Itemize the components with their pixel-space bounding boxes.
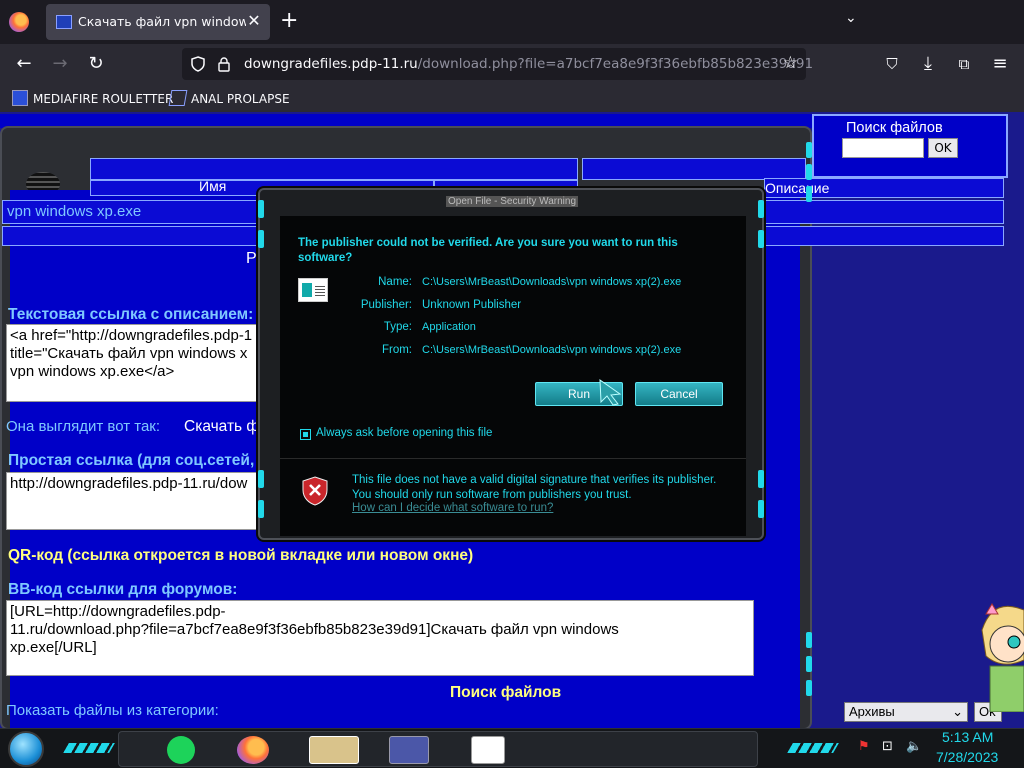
bookmark-star-icon[interactable]: ☆	[783, 53, 798, 73]
category-select[interactable]: Архивы ⌄	[844, 702, 968, 722]
clock-date[interactable]: 7/28/2023	[936, 749, 998, 765]
warning-shield-icon	[302, 476, 328, 506]
side-search-ok-button[interactable]: OK	[928, 138, 958, 158]
file-row[interactable]: vpn windows xp.exe	[2, 200, 264, 224]
qr-heading[interactable]: QR-код (ссылка откроется в новой вкладке…	[8, 547, 473, 565]
table-cell	[764, 226, 1004, 246]
cancel-button[interactable]: Cancel	[635, 382, 723, 406]
side-search-input[interactable]	[842, 138, 924, 158]
file-explorer-icon[interactable]	[309, 736, 359, 764]
field-value-publisher: Unknown Publisher	[422, 299, 522, 311]
mouse-cursor-icon	[599, 379, 622, 406]
table-cell	[764, 200, 1004, 224]
firefox-taskbar-icon[interactable]	[237, 736, 269, 764]
reload-icon[interactable]: ↻	[84, 52, 108, 76]
star-character-image	[981, 603, 1024, 712]
always-ask-checkbox[interactable]	[300, 429, 311, 440]
taskbar-dock	[118, 731, 758, 767]
notes-app-icon[interactable]	[167, 736, 195, 764]
volume-icon[interactable]: 🔈	[906, 739, 922, 754]
show-files-label: Показать файлы из категории:	[6, 702, 219, 719]
side-search-label: Поиск файлов	[846, 120, 943, 136]
site-favicon-icon	[56, 15, 72, 29]
tab-bar: Скачать файл vpn windows xp ✕ + ⌄	[0, 0, 1024, 44]
taskbar-decor	[63, 743, 115, 753]
taskbar: ⚑ ⊡ 🔈 5:13 AM 7/28/2023	[0, 728, 1024, 768]
menu-icon[interactable]: ≡	[988, 52, 1012, 76]
close-tab-icon[interactable]: ✕	[244, 11, 264, 30]
dialog-body: The publisher could not be verified. Are…	[280, 216, 746, 536]
forward-arrow-icon[interactable]: →	[48, 52, 72, 76]
field-label-publisher: Publisher:	[360, 299, 412, 311]
network-icon[interactable]: ⊡	[882, 739, 893, 754]
security-warning-dialog: Open File - Security Warning The publish…	[258, 188, 764, 540]
bookmark-mediafire[interactable]: MEDIAFIRE ROULETTER	[12, 90, 173, 106]
bookmark-folder-icon	[168, 90, 188, 106]
table-cell	[2, 226, 264, 246]
bb-code-heading: BB-код ссылки для форумов:	[8, 581, 238, 598]
tab-active[interactable]: Скачать файл vpn windows xp ✕	[46, 4, 270, 40]
looks-like-link[interactable]: Скачать ф	[184, 418, 259, 436]
table-cell	[90, 158, 578, 180]
text-link-code-field[interactable]: <a href="http://downgradefiles.pdp-1 tit…	[6, 324, 264, 402]
firefox-icon[interactable]	[9, 12, 29, 32]
navigation-bar: ← → ↻ downgradefiles.pdp-11.ru/download.…	[0, 44, 1024, 84]
tab-title: Скачать файл vpn windows xp	[78, 14, 246, 29]
center-title-partial: Р	[246, 250, 257, 267]
dialog-question: The publisher could not be verified. Are…	[298, 237, 678, 264]
always-ask-label[interactable]: Always ask before opening this file	[316, 427, 492, 439]
bottom-search-heading: Поиск файлов	[450, 684, 562, 701]
help-link[interactable]: How can I decide what software to run?	[352, 502, 553, 514]
field-value-name: C:\Users\MrBeast\Downloads\vpn windows x…	[422, 276, 682, 288]
simple-link-heading: Простая ссылка (для соц.сетей,	[8, 452, 255, 469]
action-center-flag-icon[interactable]: ⚑	[858, 739, 870, 754]
bookmark-second[interactable]: ANAL PROLAPSE	[168, 90, 290, 106]
dialog-title: Open File - Security Warning	[446, 196, 579, 207]
table-cell	[582, 158, 806, 180]
side-search-panel: Поиск файлов OK	[812, 114, 1008, 178]
security-dialog-taskbar-icon[interactable]	[471, 736, 505, 764]
text-link-heading: Текстовая ссылка с описанием:	[8, 306, 254, 323]
field-label-from: From:	[381, 344, 412, 356]
shield-tracking-icon[interactable]	[190, 56, 206, 72]
back-arrow-icon[interactable]: ←	[12, 52, 36, 76]
pocket-icon[interactable]: ⛉	[880, 52, 904, 76]
mediafire-icon	[12, 90, 28, 106]
field-value-type: Application	[422, 321, 476, 333]
start-orb-icon[interactable]	[8, 731, 44, 767]
dialog-divider	[280, 458, 746, 459]
list-tabs-icon[interactable]: ⌄	[845, 10, 857, 26]
new-tab-icon[interactable]: +	[280, 10, 298, 32]
simple-link-field[interactable]: http://downgradefiles.pdp-11.ru/dow	[6, 472, 264, 530]
extensions-icon[interactable]: ⧉	[952, 52, 976, 76]
field-value-from: C:\Users\MrBeast\Downloads\vpn windows x…	[422, 344, 682, 356]
bb-code-field[interactable]: [URL=http://downgradefiles.pdp- 11.ru/do…	[6, 600, 754, 676]
url-text[interactable]: downgradefiles.pdp-11.ru/download.php?fi…	[244, 56, 813, 72]
control-panel-icon[interactable]	[389, 736, 429, 764]
field-label-name: Name:	[378, 276, 412, 288]
clock-time[interactable]: 5:13 AM	[942, 729, 993, 745]
table-header-desc: Описание	[764, 178, 1004, 198]
looks-like-label: Она выглядит вот так:	[6, 418, 161, 435]
lock-icon[interactable]	[216, 56, 232, 72]
url-bar[interactable]: downgradefiles.pdp-11.ru/download.php?fi…	[182, 48, 813, 80]
downloads-icon[interactable]: ⤓	[916, 52, 940, 76]
application-file-icon	[298, 278, 328, 302]
bookmarks-toolbar: MEDIAFIRE ROULETTER ANAL PROLAPSE	[0, 84, 1024, 112]
field-label-type: Type:	[383, 321, 412, 333]
taskbar-decor-right	[787, 743, 839, 753]
warning-text: This file does not have a valid digital …	[352, 474, 717, 501]
chevron-down-icon: ⌄	[952, 704, 963, 719]
